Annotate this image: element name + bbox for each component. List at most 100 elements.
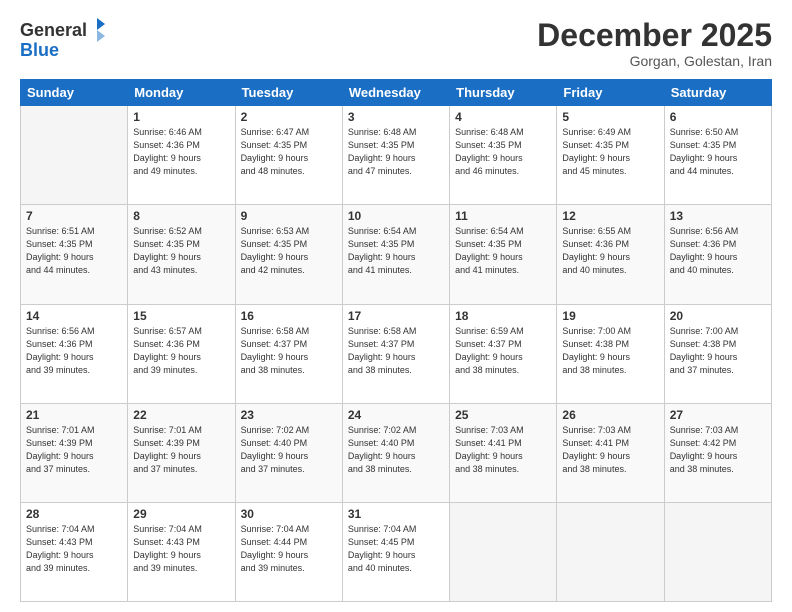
- day-number: 6: [670, 110, 766, 124]
- day-number: 17: [348, 309, 444, 323]
- day-number: 29: [133, 507, 229, 521]
- title-block: December 2025 Gorgan, Golestan, Iran: [537, 18, 772, 69]
- day-cell: [21, 106, 128, 205]
- day-info: Sunrise: 6:48 AMSunset: 4:35 PMDaylight:…: [455, 126, 551, 178]
- day-cell: 27Sunrise: 7:03 AMSunset: 4:42 PMDayligh…: [664, 403, 771, 502]
- month-title: December 2025: [537, 18, 772, 53]
- weekday-header-thursday: Thursday: [450, 80, 557, 106]
- day-info: Sunrise: 6:53 AMSunset: 4:35 PMDaylight:…: [241, 225, 337, 277]
- day-info: Sunrise: 6:57 AMSunset: 4:36 PMDaylight:…: [133, 325, 229, 377]
- day-info: Sunrise: 6:58 AMSunset: 4:37 PMDaylight:…: [348, 325, 444, 377]
- day-number: 26: [562, 408, 658, 422]
- day-number: 23: [241, 408, 337, 422]
- day-info: Sunrise: 6:59 AMSunset: 4:37 PMDaylight:…: [455, 325, 551, 377]
- day-number: 5: [562, 110, 658, 124]
- day-number: 20: [670, 309, 766, 323]
- day-info: Sunrise: 7:04 AMSunset: 4:43 PMDaylight:…: [133, 523, 229, 575]
- day-cell: 21 Sunrise: 7:01 AMSunset: 4:39 PMDayligh…: [21, 403, 128, 502]
- day-number: 18: [455, 309, 551, 323]
- day-info: Sunrise: 6:50 AMSunset: 4:35 PMDaylight:…: [670, 126, 766, 178]
- day-cell: 20 Sunrise: 7:00 AMSunset: 4:38 PMDayligh…: [664, 304, 771, 403]
- day-info: Sunrise: 7:03 AMSunset: 4:41 PMDaylight:…: [455, 424, 551, 476]
- day-number: 7: [26, 209, 122, 223]
- day-number: 31: [348, 507, 444, 521]
- day-info: Sunrise: 7:02 AMSunset: 4:40 PMDaylight:…: [241, 424, 337, 476]
- day-number: 9: [241, 209, 337, 223]
- day-cell: 14Sunrise: 6:56 AMSunset: 4:36 PMDayligh…: [21, 304, 128, 403]
- day-number: 12: [562, 209, 658, 223]
- day-number: 16: [241, 309, 337, 323]
- day-cell: 24Sunrise: 7:02 AMSunset: 4:40 PMDayligh…: [342, 403, 449, 502]
- weekday-header-wednesday: Wednesday: [342, 80, 449, 106]
- day-info: Sunrise: 6:56 AMSunset: 4:36 PMDaylight:…: [670, 225, 766, 277]
- day-cell: 28Sunrise: 7:04 AMSunset: 4:43 PMDayligh…: [21, 502, 128, 601]
- day-cell: 18 Sunrise: 6:59 AMSunset: 4:37 PMDayligh…: [450, 304, 557, 403]
- day-number: 3: [348, 110, 444, 124]
- day-cell: 26 Sunrise: 7:03 AMSunset: 4:41 PMDayligh…: [557, 403, 664, 502]
- day-cell: 2 Sunrise: 6:47 AMSunset: 4:35 PMDaylight…: [235, 106, 342, 205]
- day-info: Sunrise: 6:51 AMSunset: 4:35 PMDaylight:…: [26, 225, 122, 277]
- day-info: Sunrise: 6:46 AMSunset: 4:36 PMDaylight:…: [133, 126, 229, 178]
- day-cell: 10 Sunrise: 6:54 AMSunset: 4:35 PMDayligh…: [342, 205, 449, 304]
- day-info: Sunrise: 6:54 AMSunset: 4:35 PMDaylight:…: [348, 225, 444, 277]
- day-info: Sunrise: 6:52 AMSunset: 4:35 PMDaylight:…: [133, 225, 229, 277]
- day-cell: 17 Sunrise: 6:58 AMSunset: 4:37 PMDayligh…: [342, 304, 449, 403]
- day-number: 1: [133, 110, 229, 124]
- day-info: Sunrise: 7:03 AMSunset: 4:41 PMDaylight:…: [562, 424, 658, 476]
- day-number: 10: [348, 209, 444, 223]
- day-cell: 13 Sunrise: 6:56 AMSunset: 4:36 PMDayligh…: [664, 205, 771, 304]
- day-cell: 25Sunrise: 7:03 AMSunset: 4:41 PMDayligh…: [450, 403, 557, 502]
- day-cell: 9 Sunrise: 6:53 AMSunset: 4:35 PMDaylight…: [235, 205, 342, 304]
- day-info: Sunrise: 7:03 AMSunset: 4:42 PMDaylight:…: [670, 424, 766, 476]
- day-cell: 11 Sunrise: 6:54 AMSunset: 4:35 PMDayligh…: [450, 205, 557, 304]
- day-cell: 12 Sunrise: 6:55 AMSunset: 4:36 PMDayligh…: [557, 205, 664, 304]
- day-number: 15: [133, 309, 229, 323]
- day-info: Sunrise: 7:04 AMSunset: 4:44 PMDaylight:…: [241, 523, 337, 575]
- day-cell: 1 Sunrise: 6:46 AMSunset: 4:36 PMDaylight…: [128, 106, 235, 205]
- day-number: 4: [455, 110, 551, 124]
- logo-flag-icon: [89, 18, 105, 42]
- day-number: 19: [562, 309, 658, 323]
- week-row-5: 28 Sunrise: 7:04 AMSunset: 4:43 PMDayligh…: [21, 502, 772, 601]
- day-info: Sunrise: 6:48 AMSunset: 4:35 PMDaylight:…: [348, 126, 444, 178]
- day-number: 8: [133, 209, 229, 223]
- day-cell: [557, 502, 664, 601]
- day-cell: 19 Sunrise: 7:00 AMSunset: 4:38 PMDayligh…: [557, 304, 664, 403]
- weekday-header-tuesday: Tuesday: [235, 80, 342, 106]
- day-cell: 8 Sunrise: 6:52 AMSunset: 4:35 PMDaylight…: [128, 205, 235, 304]
- day-cell: 7 Sunrise: 6:51 AMSunset: 4:35 PMDaylight…: [21, 205, 128, 304]
- day-cell: 15 Sunrise: 6:57 AMSunset: 4:36 PMDayligh…: [128, 304, 235, 403]
- day-info: Sunrise: 6:55 AMSunset: 4:36 PMDaylight:…: [562, 225, 658, 277]
- day-cell: 6 Sunrise: 6:50 AMSunset: 4:35 PMDaylight…: [664, 106, 771, 205]
- day-number: 28: [26, 507, 122, 521]
- day-info: Sunrise: 7:01 AMSunset: 4:39 PMDaylight:…: [26, 424, 122, 476]
- logo-general-text: General: [20, 20, 87, 41]
- day-number: 11: [455, 209, 551, 223]
- day-info: Sunrise: 6:54 AMSunset: 4:35 PMDaylight:…: [455, 225, 551, 277]
- weekday-header-monday: Monday: [128, 80, 235, 106]
- day-info: Sunrise: 7:00 AMSunset: 4:38 PMDaylight:…: [670, 325, 766, 377]
- day-cell: 23 Sunrise: 7:02 AMSunset: 4:40 PMDayligh…: [235, 403, 342, 502]
- day-info: Sunrise: 7:00 AMSunset: 4:38 PMDaylight:…: [562, 325, 658, 377]
- day-number: 24: [348, 408, 444, 422]
- day-cell: 31Sunrise: 7:04 AMSunset: 4:45 PMDayligh…: [342, 502, 449, 601]
- day-cell: 3 Sunrise: 6:48 AMSunset: 4:35 PMDaylight…: [342, 106, 449, 205]
- week-row-4: 21 Sunrise: 7:01 AMSunset: 4:39 PMDayligh…: [21, 403, 772, 502]
- day-number: 21: [26, 408, 122, 422]
- day-info: Sunrise: 6:47 AMSunset: 4:35 PMDaylight:…: [241, 126, 337, 178]
- day-cell: 4 Sunrise: 6:48 AMSunset: 4:35 PMDaylight…: [450, 106, 557, 205]
- weekday-header-sunday: Sunday: [21, 80, 128, 106]
- day-number: 22: [133, 408, 229, 422]
- day-number: 2: [241, 110, 337, 124]
- day-number: 30: [241, 507, 337, 521]
- day-number: 13: [670, 209, 766, 223]
- logo-blue-text: Blue: [20, 40, 105, 61]
- week-row-1: 1 Sunrise: 6:46 AMSunset: 4:36 PMDaylight…: [21, 106, 772, 205]
- day-cell: 5 Sunrise: 6:49 AMSunset: 4:35 PMDaylight…: [557, 106, 664, 205]
- logo: General Blue: [20, 18, 105, 61]
- day-info: Sunrise: 6:49 AMSunset: 4:35 PMDaylight:…: [562, 126, 658, 178]
- weekday-header-saturday: Saturday: [664, 80, 771, 106]
- calendar-table: SundayMondayTuesdayWednesdayThursdayFrid…: [20, 79, 772, 602]
- weekday-header-friday: Friday: [557, 80, 664, 106]
- day-cell: 22Sunrise: 7:01 AMSunset: 4:39 PMDayligh…: [128, 403, 235, 502]
